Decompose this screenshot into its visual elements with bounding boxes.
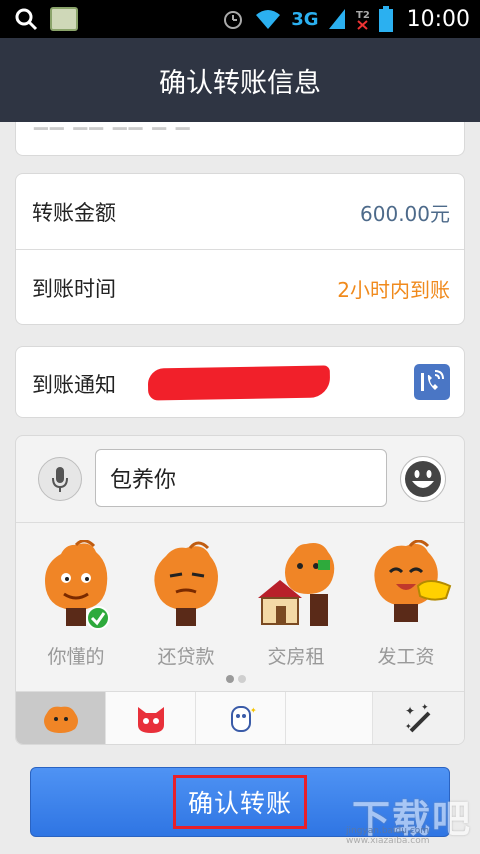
red-cat-icon: [137, 707, 164, 733]
tab-empty: [286, 692, 376, 744]
search-icon: [14, 0, 38, 38]
sticker-label: 发工资: [377, 646, 435, 668]
watermark-logo: 下载吧 jingyan.baidu.com www.xiazaiba.com: [346, 788, 476, 848]
network-type: 3G: [291, 8, 319, 30]
message-input[interactable]: 包养你: [95, 449, 387, 507]
tab-magic-wand[interactable]: ✦ ✦ ✦: [372, 692, 464, 744]
svg-text:✦: ✦: [250, 706, 257, 715]
status-bar: 3G T2 10:00: [0, 0, 480, 38]
scrolled-text-fragment: ▔▔ ▔▔ ▔▔ ▔ ▔: [34, 128, 192, 149]
tab-orange-mascot[interactable]: [16, 692, 106, 744]
orange-mascot-icon: [43, 706, 78, 733]
voice-button[interactable]: [38, 457, 82, 501]
sticker-item[interactable]: 还贷款: [136, 536, 236, 676]
tab-white-character[interactable]: ✦: [196, 692, 286, 744]
sticker-label: 你懂的: [47, 646, 105, 668]
no-sim-icon: T2: [356, 10, 370, 30]
message-panel: 包养你 你懂的 还贷款 交房租 发工资 ✦ ✦ ✦ ✦: [15, 435, 465, 745]
sticker-label: 交房租: [267, 646, 325, 668]
amount-row: 转账金额 600.00元: [16, 174, 464, 250]
house-mascot-sticker-icon: [258, 543, 335, 626]
arrival-value: 2小时内到账: [337, 277, 450, 302]
microphone-icon: [52, 467, 68, 492]
confirm-button-label: 确认转账: [172, 775, 307, 829]
arrival-label: 到账时间: [32, 277, 116, 301]
orange-mascot-sticker-icon: [45, 540, 110, 630]
contact-picker-button[interactable]: [414, 364, 450, 400]
message-text: 包养你: [110, 468, 177, 493]
tab-red-cat[interactable]: [106, 692, 196, 744]
orange-mascot-sticker-icon: [154, 541, 218, 626]
scrolled-card: ▔▔ ▔▔ ▔▔ ▔ ▔: [15, 122, 465, 156]
page-title: 确认转账信息: [159, 67, 321, 99]
amount-label: 转账金额: [32, 201, 116, 225]
sticker-item[interactable]: 交房租: [246, 536, 346, 676]
svg-text:✦: ✦: [405, 704, 415, 718]
page-dot: [238, 675, 246, 683]
battery-icon: [378, 6, 393, 32]
white-character-icon: ✦: [230, 706, 257, 732]
sticker-page-indicator: [226, 675, 246, 683]
magic-wand-icon: ✦ ✦ ✦: [405, 703, 430, 733]
page-dot: [226, 675, 234, 683]
svg-text:✦: ✦: [421, 703, 429, 713]
watermark-url: jingyan.baidu.com www.xiazaiba.com: [346, 826, 430, 846]
sticker-category-tabs: ✦ ✦ ✦ ✦: [16, 691, 464, 744]
clock: 10:00: [406, 6, 470, 32]
sticker-item[interactable]: 发工资: [356, 536, 456, 676]
gold-ingot-mascot-sticker-icon: [374, 540, 452, 622]
phone-contact-icon: [421, 370, 444, 391]
arrival-row[interactable]: 到账时间 2小时内到账: [16, 250, 464, 326]
notification-thumbnail-icon: [50, 0, 78, 38]
status-icons: 3G T2 10:00: [221, 0, 470, 38]
notify-label: 到账通知: [32, 373, 116, 397]
wifi-icon: [256, 10, 281, 29]
transfer-info-card: 转账金额 600.00元 到账时间 2小时内到账: [15, 173, 465, 325]
signal-icon: [328, 9, 345, 29]
divider: [16, 522, 464, 523]
smiley-icon: [405, 461, 441, 497]
notify-card: 到账通知: [15, 346, 465, 418]
svg-text:✦: ✦: [405, 722, 412, 731]
amount-value: 600.00元: [360, 201, 450, 226]
title-bar: 确认转账信息: [0, 38, 480, 122]
svg-text:T2: T2: [356, 10, 370, 21]
sticker-label: 还贷款: [157, 646, 215, 668]
redacted-phone-field[interactable]: [147, 365, 331, 401]
sticker-item[interactable]: 你懂的: [26, 536, 126, 676]
alarm-icon: [224, 11, 243, 29]
emoji-button[interactable]: [400, 456, 446, 502]
